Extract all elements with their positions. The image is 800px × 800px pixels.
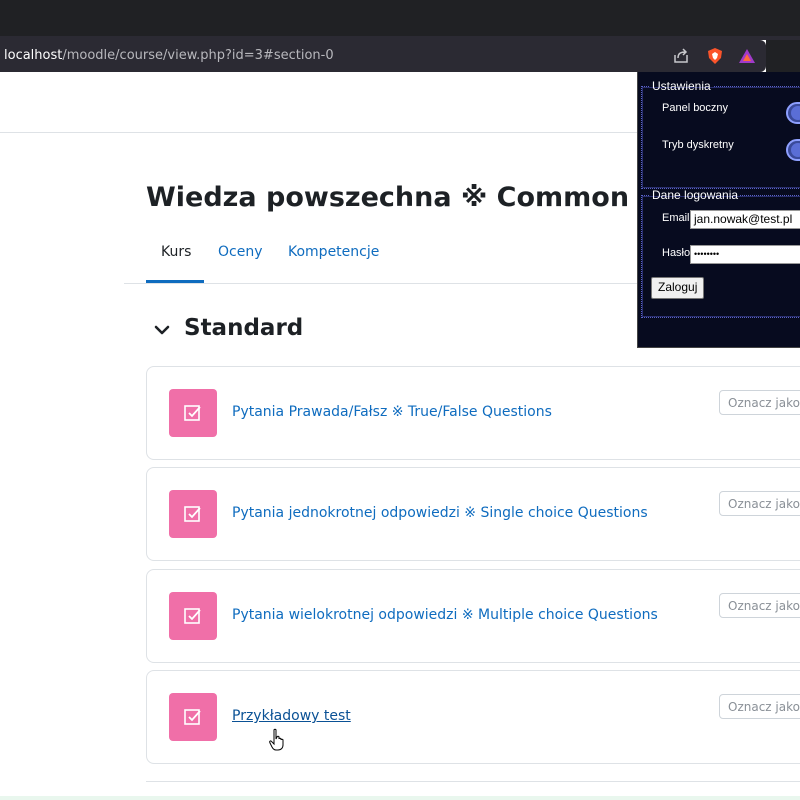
quiz-icon <box>169 693 217 741</box>
mark-done-button[interactable]: Oznacz jako wykonane <box>719 694 800 719</box>
settings-legend: Ustawienia <box>652 79 711 93</box>
login-legend: Dane logowania <box>652 188 739 202</box>
mark-done-button[interactable]: Oznacz jako wykonane <box>719 593 800 618</box>
extension-settings-panel: Ustawienia Panel boczny Tryb dyskretny D… <box>637 72 800 348</box>
tab-course[interactable]: Kurs <box>161 244 191 260</box>
activity-card: Pytania wielokrotnej odpowiedzi ※ Multip… <box>146 569 800 663</box>
email-label: Email <box>662 212 690 224</box>
quiz-icon <box>169 490 217 538</box>
mark-done-button[interactable]: Oznacz jako wykonane <box>719 390 800 415</box>
section-divider <box>146 781 800 782</box>
toolbar-area <box>766 40 800 72</box>
brave-rewards-icon[interactable] <box>738 47 756 65</box>
activity-link[interactable]: Pytania wielokrotnej odpowiedzi ※ Multip… <box>232 607 658 623</box>
password-field[interactable]: •••••••• <box>690 245 800 264</box>
url-path: /moodle/course/view.php?id=3#section-0 <box>62 48 334 63</box>
activity-link[interactable]: Przykładowy test <box>232 708 351 724</box>
activity-card: Przykładowy test Oznacz jako wykonane <box>146 670 800 764</box>
mark-done-button[interactable]: Oznacz jako wykonane <box>719 491 800 516</box>
active-tab-indicator <box>146 280 204 283</box>
section-title: Standard <box>184 315 304 341</box>
tab-competencies[interactable]: Kompetencje <box>288 244 379 260</box>
quiz-icon <box>169 592 217 640</box>
tab-grades[interactable]: Oceny <box>218 244 263 260</box>
chevron-down-icon[interactable] <box>152 320 172 340</box>
url-host: localhost <box>4 48 63 63</box>
email-field[interactable]: jan.nowak@test.pl <box>690 210 800 229</box>
activity-card: Pytania Prawada/Fałsz ※ True/False Quest… <box>146 366 800 460</box>
discreet-toggle-label: Tryb dyskretny <box>662 139 734 151</box>
activity-card: Pytania jednokrotnej odpowiedzi ※ Single… <box>146 467 800 561</box>
brave-shield-icon[interactable] <box>706 47 724 65</box>
address-bar[interactable]: localhost/moodle/course/view.php?id=3#se… <box>0 40 766 72</box>
password-label: Hasło <box>662 247 691 259</box>
url-text[interactable]: localhost/moodle/course/view.php?id=3#se… <box>4 48 334 63</box>
page-footer-strip <box>0 796 800 800</box>
share-icon[interactable] <box>672 47 690 65</box>
hand-cursor-icon <box>269 728 284 751</box>
activity-link[interactable]: Pytania jednokrotnej odpowiedzi ※ Single… <box>232 505 648 521</box>
login-button[interactable]: Zaloguj <box>651 277 705 299</box>
settings-fieldset: Ustawienia <box>641 79 800 189</box>
browser-tab-bar <box>0 0 800 36</box>
sidebar-toggle-label: Panel boczny <box>662 102 729 114</box>
activity-link[interactable]: Pytania Prawada/Fałsz ※ True/False Quest… <box>232 404 552 420</box>
quiz-icon <box>169 389 217 437</box>
